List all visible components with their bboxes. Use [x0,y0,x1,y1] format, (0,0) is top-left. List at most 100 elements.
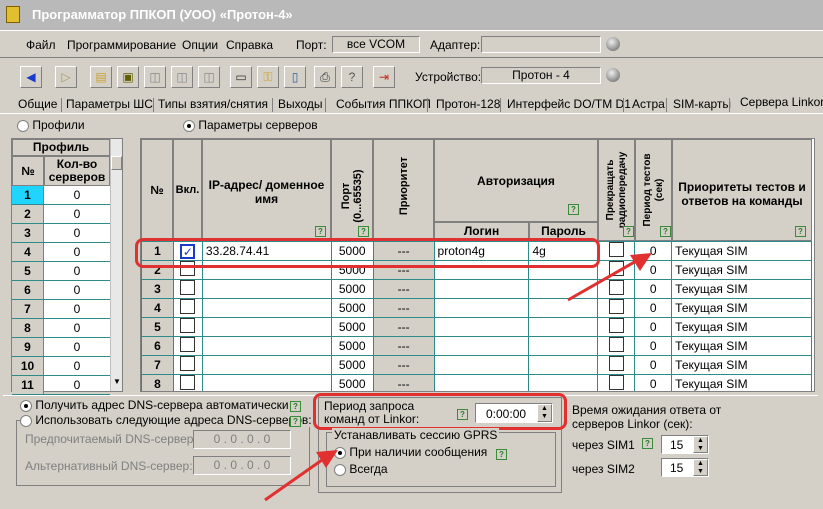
dns-auto-indicator[interactable] [20,399,32,412]
login-cell[interactable] [433,279,530,299]
table-row[interactable]: 8 5000 --- 0 Текущая SIM [141,374,812,391]
port-cell[interactable]: 5000 [330,336,374,356]
table-row[interactable]: 3 5000 --- 0 Текущая SIM [141,279,812,299]
priorities-cell[interactable]: Текущая SIM [671,336,812,356]
write-device-icon[interactable]: ◫ [171,66,193,88]
enabled-checkbox[interactable] [172,355,203,375]
port-cell[interactable]: 5000 [330,355,374,375]
radio-profiles[interactable]: Профили [17,118,85,132]
help-icon[interactable]: ? [290,416,301,427]
forward-button[interactable]: ▷ [55,66,77,88]
password-cell[interactable] [528,374,599,391]
ip-cell[interactable] [201,317,332,337]
menu-options[interactable]: Опции [182,38,218,52]
priorities-cell[interactable]: Текущая SIM [671,241,812,261]
enabled-checkbox[interactable] [172,374,203,391]
login-cell[interactable] [433,355,530,375]
priority-cell[interactable]: --- [372,336,435,356]
radio-profiles-indicator[interactable] [17,119,29,132]
help-icon[interactable]: ? [642,438,653,449]
period-cell[interactable]: 0 [634,355,673,375]
profile-row[interactable]: 50 [12,262,110,281]
sim2-input[interactable]: 15 ▲ ▼ [661,458,709,477]
login-cell[interactable] [433,374,530,391]
checkbox-icon[interactable] [180,299,196,314]
priorities-cell[interactable]: Текущая SIM [671,355,812,375]
ip-cell[interactable] [201,374,332,391]
ip-cell[interactable] [201,279,332,299]
checkbox-icon[interactable] [180,280,196,295]
password-cell[interactable] [528,317,599,337]
priority-cell[interactable]: --- [372,279,435,299]
tab-zone-params[interactable]: Параметры ШС [66,97,153,111]
enabled-checkbox[interactable] [172,279,203,299]
login-cell[interactable] [433,298,530,318]
port-cell[interactable]: 5000 [330,298,374,318]
ip-cell[interactable] [201,298,332,318]
checkbox-icon[interactable] [608,318,624,333]
print-icon[interactable]: ⎙ [314,66,336,88]
tab-linkor-servers[interactable]: Сервера Linkor (С [738,95,823,109]
help-icon[interactable]: ? [660,226,671,237]
tab-outputs[interactable]: Выходы [278,97,323,111]
profile-row[interactable]: 10 [12,186,110,205]
tab-general[interactable]: Общие [18,97,57,111]
port-cell[interactable]: 5000 [330,374,374,391]
period-cell[interactable]: 0 [634,317,673,337]
sim1-spinner[interactable]: ▲ ▼ [693,436,708,453]
checkbox-icon[interactable] [608,356,624,371]
menu-programming[interactable]: Программирование [67,38,176,52]
checkbox-icon[interactable] [180,337,196,352]
dns-manual-radio[interactable]: Использовать следующие адреса DNS-сервер… [20,413,314,427]
gprs-on-message-radio[interactable]: При наличии сообщения [334,445,487,459]
key-icon[interactable]: ⚿ [257,66,279,88]
profile-row[interactable]: 10 0 [12,357,110,376]
profile-row[interactable]: 11 0 [12,376,110,395]
help-icon[interactable]: ? [568,204,579,215]
login-cell[interactable] [433,317,530,337]
menu-help[interactable]: Справка [226,38,273,52]
tab-sim[interactable]: SIM-карты [673,97,731,111]
sim1-input[interactable]: 15 ▲ ▼ [661,435,709,454]
read-device-icon[interactable]: ◫ [144,66,166,88]
help-icon[interactable]: ? [290,401,301,412]
help-icon[interactable]: ? [358,226,369,237]
priorities-cell[interactable]: Текущая SIM [671,279,812,299]
table-row[interactable]: 6 5000 --- 0 Текущая SIM [141,336,812,356]
tab-proton128[interactable]: Протон-128 [436,97,500,111]
ip-cell[interactable] [201,355,332,375]
priorities-cell[interactable]: Текущая SIM [671,260,812,280]
help-icon[interactable]: ? [341,66,363,88]
profile-scroll-thumb[interactable] [111,156,122,170]
priority-cell[interactable]: --- [372,355,435,375]
priorities-cell[interactable]: Текущая SIM [671,374,812,391]
port-select[interactable]: все VCOM [332,36,420,53]
table-row[interactable]: 4 5000 --- 0 Текущая SIM [141,298,812,318]
login-cell[interactable] [433,336,530,356]
stop-radio-checkbox[interactable] [597,317,636,337]
enabled-checkbox[interactable] [172,336,203,356]
scroll-down-icon[interactable]: ▼ [113,377,121,386]
profile-row[interactable]: 70 [12,300,110,319]
profile-row[interactable]: 90 [12,338,110,357]
save-icon[interactable]: ▣ [117,66,139,88]
profile-scrollbar[interactable]: ▼ [110,139,122,391]
table-row[interactable]: 5 5000 --- 0 Текущая SIM [141,317,812,337]
checkbox-icon[interactable] [180,375,196,390]
dns-auto-radio[interactable]: Получить адрес DNS-сервера автоматически [20,398,289,412]
checkbox-icon[interactable] [608,337,624,352]
help-icon[interactable]: ? [315,226,326,237]
checkbox-icon[interactable] [180,356,196,371]
enabled-checkbox[interactable] [172,317,203,337]
tab-astra[interactable]: Астра [632,97,665,111]
menu-file[interactable]: Файл [26,38,56,52]
radio-servers-indicator[interactable] [183,119,195,132]
profile-row[interactable]: 40 [12,243,110,262]
help-icon[interactable]: ? [496,449,507,460]
profile-row[interactable]: 30 [12,224,110,243]
profile-row[interactable]: 80 [12,319,110,338]
ip-cell[interactable] [201,336,332,356]
password-cell[interactable] [528,336,599,356]
password-cell[interactable] [528,355,599,375]
open-folder-icon[interactable]: ▤ [90,66,112,88]
